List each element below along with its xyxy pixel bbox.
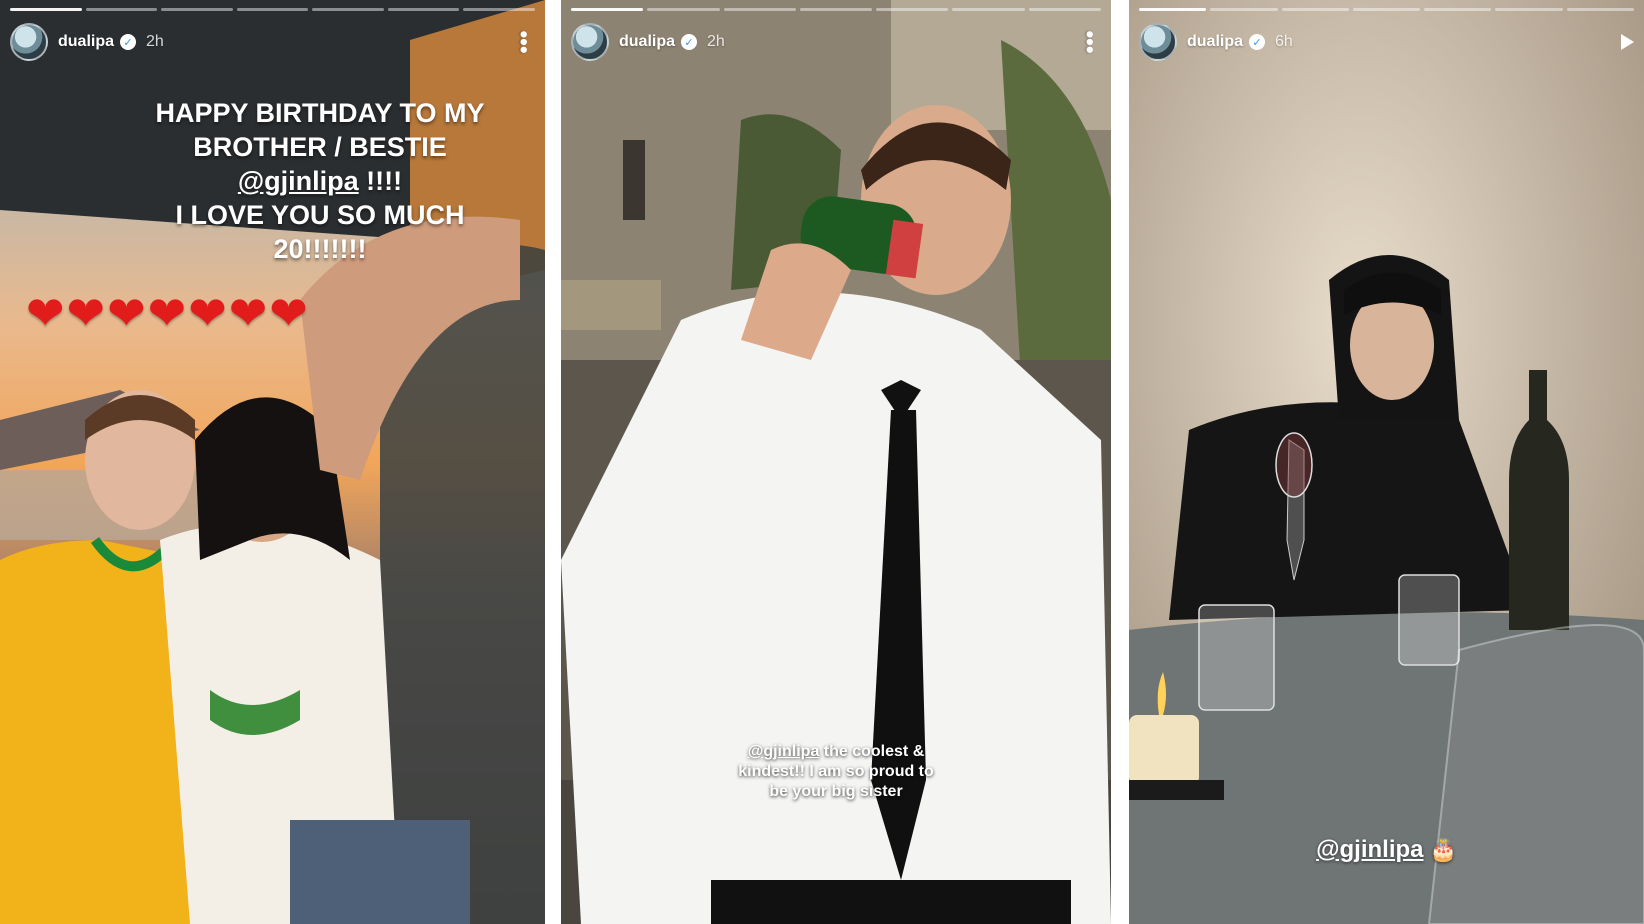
story-panel-3[interactable]: dualipa ✓ 6h @gjinlipa 🎂 (1129, 0, 1644, 924)
heart-emoji-row: ❤ ❤ ❤ ❤ ❤ ❤ ❤ (26, 290, 308, 336)
progress-segment (647, 8, 720, 11)
progress-segment (1424, 8, 1492, 11)
progress-segment (1028, 8, 1101, 11)
progress-segment (387, 8, 460, 11)
avatar[interactable] (1139, 23, 1177, 61)
caption-line: be your big sister (769, 783, 903, 800)
mention-link[interactable]: @gjinlipa (748, 743, 820, 760)
caption-line: HAPPY BIRTHDAY TO MY (155, 98, 485, 128)
caption-line: BROTHER / BESTIE (193, 132, 447, 162)
post-time: 2h (707, 33, 725, 50)
avatar[interactable] (571, 23, 609, 61)
caption-line: 20!!!!!!! (273, 234, 367, 264)
post-time: 6h (1275, 33, 1293, 50)
progress-segment (571, 8, 644, 11)
story-2-header: dualipa ✓ 2h ••• (571, 22, 1102, 62)
heart-icon: ❤ (188, 287, 227, 339)
progress-segment (799, 8, 873, 11)
story-1-progress (10, 8, 536, 11)
progress-segment (1210, 8, 1278, 11)
story-1-caption: HAPPY BIRTHDAY TO MY BROTHER / BESTIE @g… (120, 96, 520, 266)
heart-icon: ❤ (26, 287, 65, 339)
progress-segment (1566, 8, 1634, 11)
progress-segment (1281, 8, 1349, 11)
more-options-icon[interactable]: ••• (1077, 30, 1102, 53)
username[interactable]: dualipa (58, 33, 114, 51)
caption-line: kindest!! I am so proud to (738, 763, 934, 780)
progress-segment (1352, 8, 1421, 11)
story-3-header: dualipa ✓ 6h (1139, 22, 1634, 62)
heart-icon: ❤ (107, 287, 146, 339)
story-3-photo (1129, 0, 1644, 924)
caption-line: I LOVE YOU SO MUCH (175, 200, 465, 230)
progress-segment (236, 8, 309, 11)
progress-segment (463, 8, 536, 11)
progress-segment (723, 8, 796, 11)
avatar[interactable] (10, 23, 48, 61)
mention-link[interactable]: @gjinlipa (1316, 836, 1423, 863)
mention-link[interactable]: @gjinlipa (238, 166, 359, 196)
progress-segment (876, 8, 949, 11)
caption-text: the coolest & (819, 743, 925, 760)
verified-badge-icon: ✓ (120, 34, 137, 50)
progress-segment (10, 8, 82, 11)
cake-emoji-icon: 🎂 (1429, 837, 1457, 862)
progress-segment (85, 8, 158, 11)
username[interactable]: dualipa (1187, 33, 1243, 51)
progress-segment (161, 8, 233, 11)
caption-line: @gjinlipa the coolest & (561, 742, 1111, 762)
story-3-progress (1139, 8, 1634, 11)
story-panel-2[interactable]: dualipa ✓ 2h ••• @gjinlipa the coolest &… (561, 0, 1111, 924)
heart-icon: ❤ (269, 287, 308, 339)
progress-segment (312, 8, 384, 11)
verified-badge-icon: ✓ (1249, 34, 1266, 50)
caption-line: @gjinlipa !!!! (120, 164, 520, 198)
progress-segment (1139, 8, 1207, 11)
progress-segment (1495, 8, 1563, 11)
story-3-caption: @gjinlipa 🎂 (1129, 836, 1644, 864)
story-2-caption: @gjinlipa the coolest & kindest!! I am s… (561, 742, 1111, 802)
story-panel-1[interactable]: dualipa ✓ 2h ••• HAPPY BIRTHDAY TO MY BR… (0, 0, 545, 924)
story-1-header: dualipa ✓ 2h ••• (10, 22, 536, 62)
verified-badge-icon: ✓ (681, 34, 698, 50)
more-options-icon[interactable]: ••• (511, 30, 536, 53)
play-icon[interactable] (1621, 34, 1634, 50)
story-2-progress (571, 8, 1101, 11)
progress-segment (952, 8, 1025, 11)
heart-icon: ❤ (147, 287, 187, 339)
username[interactable]: dualipa (619, 33, 675, 51)
caption-text: !!!! (358, 166, 403, 196)
heart-icon: ❤ (228, 287, 268, 339)
heart-icon: ❤ (66, 287, 106, 339)
post-time: 2h (146, 33, 164, 50)
